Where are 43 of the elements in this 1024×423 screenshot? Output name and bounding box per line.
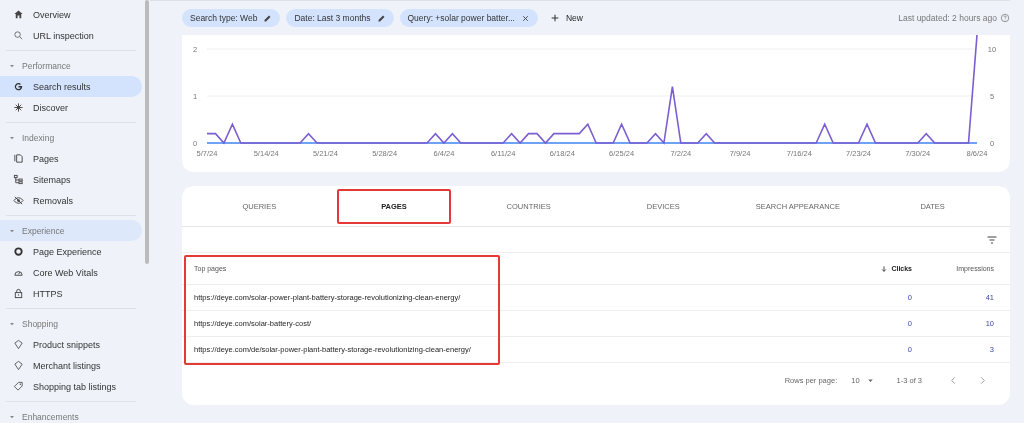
- section-header[interactable]: Enhancements: [0, 406, 142, 423]
- diamond-icon: [13, 339, 24, 350]
- filter-chip[interactable]: Search type: Web: [182, 9, 281, 27]
- filter-chip[interactable]: Date: Last 3 months: [286, 9, 394, 27]
- g-icon: [13, 81, 24, 92]
- new-filter-button[interactable]: New: [544, 13, 589, 23]
- home-icon: [13, 9, 24, 20]
- sort-down-icon: [880, 264, 889, 273]
- nav-item[interactable]: Search results: [0, 76, 142, 97]
- scrollbar[interactable]: [145, 0, 149, 264]
- nav-item[interactable]: Pages: [0, 148, 142, 169]
- pencil-icon[interactable]: [376, 13, 386, 23]
- section-header[interactable]: Performance: [0, 55, 142, 76]
- nav-item[interactable]: URL inspection: [0, 25, 142, 46]
- section-header[interactable]: Shopping: [0, 313, 142, 334]
- nav-item[interactable]: Product snippets: [0, 334, 142, 355]
- section-header[interactable]: Indexing: [0, 127, 142, 148]
- sitemap-icon: [13, 174, 24, 185]
- lock-icon: [13, 288, 24, 299]
- nav-item[interactable]: HTTPS: [0, 283, 142, 304]
- close-icon[interactable]: [521, 13, 530, 23]
- nav-item[interactable]: Page Experience: [0, 241, 142, 262]
- diamond-icon: [13, 360, 24, 371]
- pencil-icon[interactable]: [263, 13, 273, 23]
- nav-item[interactable]: Core Web Vitals: [0, 262, 142, 283]
- nav-item[interactable]: Removals: [0, 190, 142, 211]
- nav-item[interactable]: Sitemaps: [0, 169, 142, 190]
- pages-icon: [13, 153, 24, 164]
- section-header[interactable]: Experience: [0, 220, 142, 241]
- last-updated-text: Last updated: 2 hours ago: [898, 13, 997, 23]
- plus-icon: [550, 13, 560, 23]
- nav-item[interactable]: Shopping tab listings: [0, 376, 142, 397]
- filter-chip[interactable]: Query: +solar power batter...: [399, 9, 538, 27]
- nav-item[interactable]: Overview: [0, 4, 142, 25]
- tag-icon: [13, 381, 24, 392]
- eye-off-icon: [13, 195, 24, 206]
- ring-icon: [13, 246, 24, 257]
- nav-item[interactable]: Discover: [0, 97, 142, 118]
- sparkle-icon: [13, 102, 24, 113]
- search-icon: [13, 30, 24, 41]
- filter-icon[interactable]: [986, 233, 998, 246]
- nav-item[interactable]: Merchant listings: [0, 355, 142, 376]
- help-icon[interactable]: [1000, 13, 1010, 23]
